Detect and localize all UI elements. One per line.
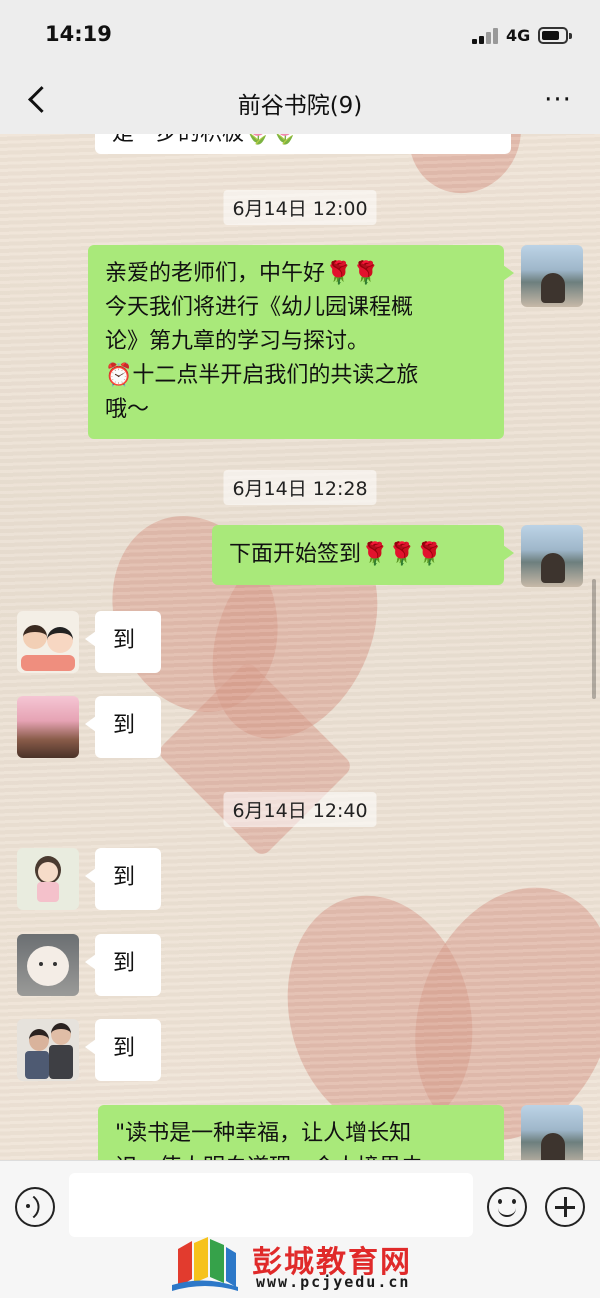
message-signin[interactable]: 下面开始签到🌹🌹🌹 bbox=[212, 525, 514, 585]
nav-bar: 前谷书院(9) ··· bbox=[0, 70, 600, 134]
more-button[interactable]: ··· bbox=[536, 82, 580, 118]
message-reply[interactable]: 到 bbox=[85, 696, 161, 758]
network-label: 4G bbox=[506, 26, 531, 45]
chat-area[interactable]: 是一步的积极🌷🌷 6月14日 12:00 亲爱的老师们，中午好🌹🌹 今天我们将进… bbox=[0, 134, 600, 1160]
watermark-logo bbox=[172, 1237, 238, 1291]
avatar-self[interactable] bbox=[521, 1105, 583, 1160]
chat-scrollbar[interactable] bbox=[592, 579, 596, 699]
message-reply[interactable]: 到 bbox=[85, 848, 161, 910]
message-reply[interactable]: 到 bbox=[85, 1019, 161, 1081]
message-intro[interactable]: 亲爱的老师们，中午好🌹🌹 今天我们将进行《幼儿园课程概 论》第九章的学习与探讨。… bbox=[88, 245, 514, 439]
timestamp: 6月14日 12:40 bbox=[223, 792, 377, 827]
avatar-member[interactable] bbox=[17, 696, 79, 758]
avatar-member[interactable] bbox=[17, 611, 79, 673]
status-bar: 14:19 4G bbox=[0, 0, 600, 70]
timestamp: 6月14日 12:00 bbox=[223, 190, 377, 225]
message-quote[interactable]: "读书是一种幸福，让人增长知 识，使人明白道理，会人境界去 bbox=[98, 1105, 504, 1160]
timestamp: 6月14日 12:28 bbox=[223, 470, 377, 505]
message-reply[interactable]: 到 bbox=[85, 934, 161, 996]
watermark-url: www.pcjyedu.cn bbox=[256, 1273, 411, 1291]
voice-button[interactable] bbox=[15, 1187, 55, 1227]
more-options-button[interactable] bbox=[545, 1187, 585, 1227]
avatar-member[interactable] bbox=[17, 848, 79, 910]
signal-icon bbox=[472, 28, 500, 44]
avatar-member[interactable] bbox=[17, 1019, 79, 1081]
message-partial[interactable]: 是一步的积极🌷🌷 bbox=[95, 134, 511, 154]
avatar-member[interactable] bbox=[17, 934, 79, 996]
message-reply[interactable]: 到 bbox=[85, 611, 161, 673]
top-bar: 14:19 4G 前谷书院(9) ··· bbox=[0, 0, 600, 134]
chat-title: 前谷书院(9) bbox=[237, 93, 363, 119]
input-bar: 彭城教育网 www.pcjyedu.cn bbox=[0, 1160, 600, 1298]
status-time: 14:19 bbox=[45, 22, 112, 46]
avatar-self[interactable] bbox=[521, 525, 583, 587]
avatar-self[interactable] bbox=[521, 245, 583, 307]
emoji-button[interactable] bbox=[487, 1187, 527, 1227]
battery-icon bbox=[538, 27, 572, 44]
watermark: 彭城教育网 www.pcjyedu.cn bbox=[170, 1235, 440, 1295]
message-input[interactable] bbox=[69, 1173, 473, 1237]
